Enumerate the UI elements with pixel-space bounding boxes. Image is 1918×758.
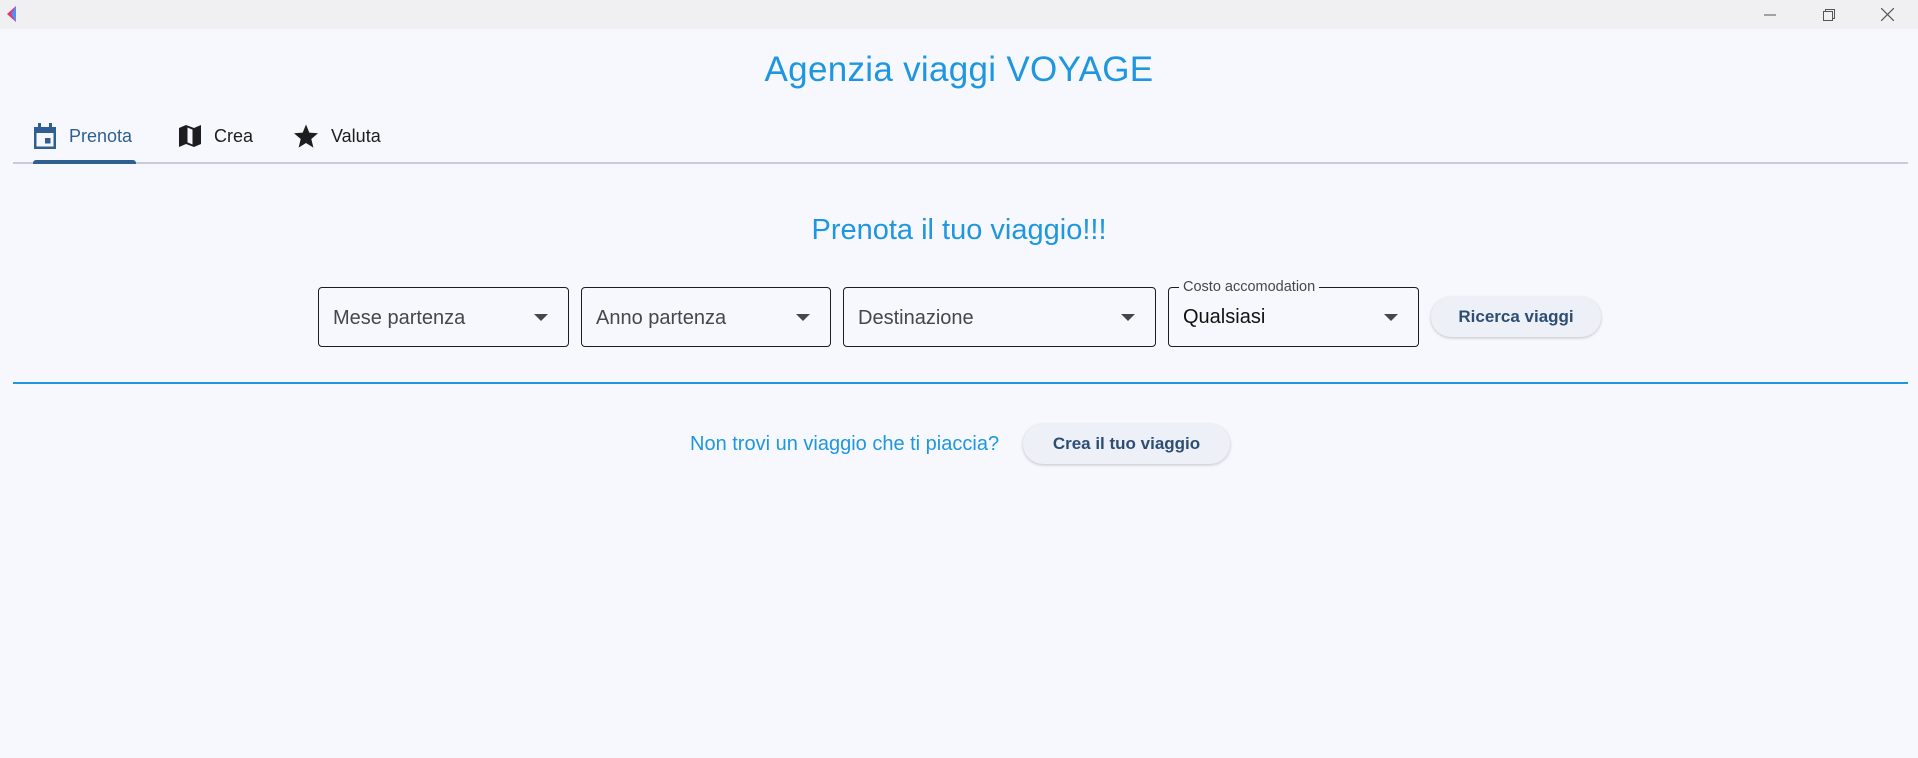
star-icon xyxy=(294,124,318,148)
map-icon xyxy=(179,125,201,147)
anno-partenza-placeholder: Anno partenza xyxy=(596,307,727,329)
tab-crea[interactable]: Crea xyxy=(178,110,268,162)
costo-accomodation-dropdown[interactable]: Costo accomodation Qualsiasi xyxy=(1168,278,1419,347)
dropdown-arrow-icon xyxy=(534,314,548,321)
tab-prenota-label: Prenota xyxy=(69,125,133,146)
tab-bar: Prenota Crea Valuta xyxy=(13,110,1908,164)
minimize-icon xyxy=(1764,14,1776,15)
minimize-button[interactable] xyxy=(1741,0,1799,29)
crea-viaggio-button[interactable]: Crea il tuo viaggio xyxy=(1023,424,1230,464)
tab-prenota[interactable]: Prenota xyxy=(33,110,136,164)
tab-valuta-label: Valuta xyxy=(331,125,381,146)
costo-accomodation-value: Qualsiasi xyxy=(1183,306,1266,328)
restore-icon xyxy=(1823,8,1835,21)
app-logo-icon xyxy=(4,5,20,23)
mese-partenza-dropdown[interactable]: Mese partenza xyxy=(318,287,569,347)
active-tab-indicator xyxy=(33,160,136,164)
maximize-button[interactable] xyxy=(1800,0,1858,29)
close-icon xyxy=(1880,8,1894,21)
booking-heading: Prenota il tuo viaggio!!! xyxy=(811,214,1107,246)
anno-partenza-dropdown[interactable]: Anno partenza xyxy=(581,287,831,347)
dropdown-arrow-icon xyxy=(1121,314,1135,321)
tab-valuta[interactable]: Valuta xyxy=(293,110,403,162)
calendar-icon xyxy=(34,123,56,149)
title-bar xyxy=(0,0,1918,29)
dropdown-arrow-icon xyxy=(1384,314,1398,321)
dropdown-arrow-icon xyxy=(796,314,810,321)
destinazione-placeholder: Destinazione xyxy=(858,307,974,329)
destinazione-dropdown[interactable]: Destinazione xyxy=(843,287,1156,347)
mese-partenza-placeholder: Mese partenza xyxy=(333,307,466,329)
create-trip-prompt: Non trovi un viaggio che ti piaccia? xyxy=(690,433,1000,455)
section-divider xyxy=(13,382,1908,384)
close-button[interactable] xyxy=(1858,0,1916,29)
ricerca-viaggi-button[interactable]: Ricerca viaggi xyxy=(1431,297,1601,337)
tab-crea-label: Crea xyxy=(214,125,254,146)
app-title: Agenzia viaggi VOYAGE xyxy=(764,50,1154,89)
